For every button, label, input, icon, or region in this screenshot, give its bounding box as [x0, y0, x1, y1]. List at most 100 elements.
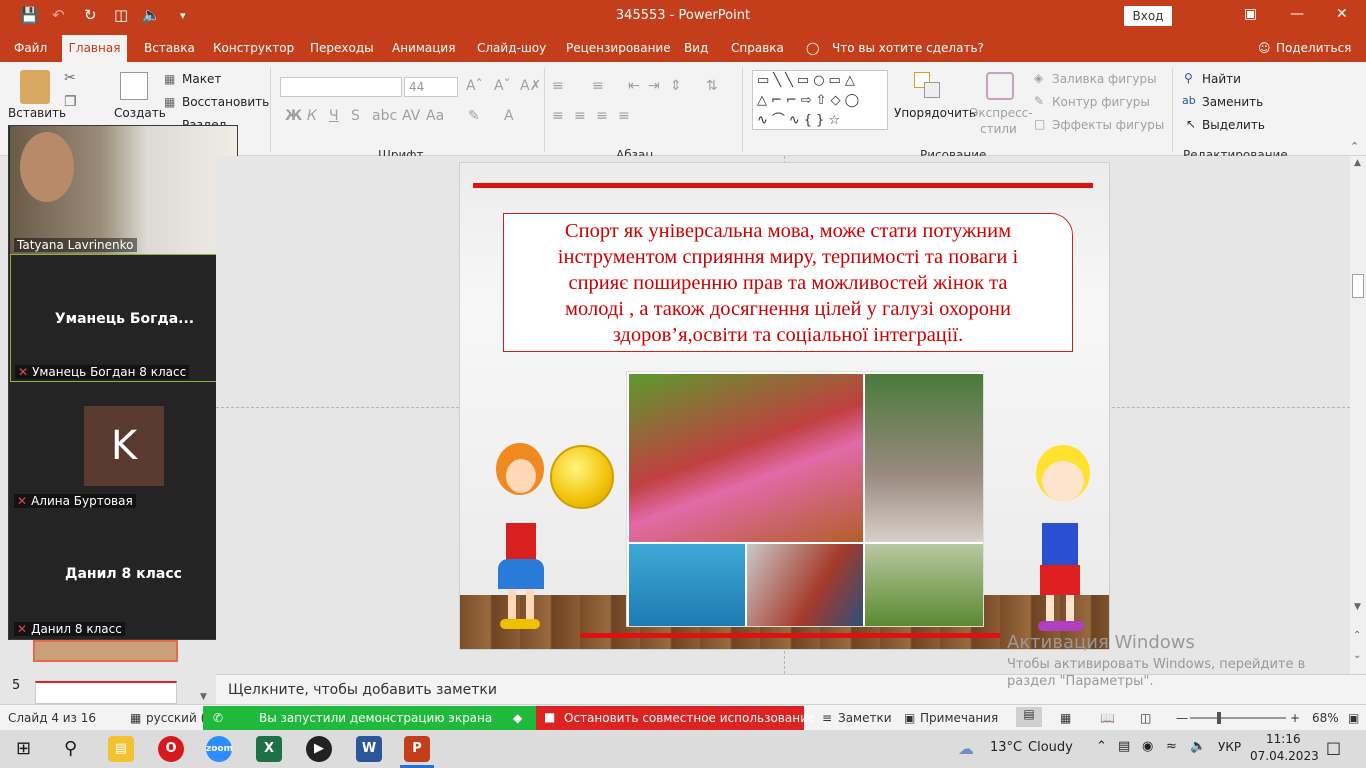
notes-toggle-button[interactable]: Заметки [838, 711, 892, 725]
shape-effects-button[interactable]: Эффекты фигуры [1052, 118, 1164, 132]
italic-icon[interactable]: К [307, 108, 317, 124]
change-case-icon[interactable]: Aa [426, 108, 444, 124]
minimize-icon[interactable]: — [1290, 6, 1304, 22]
find-button[interactable]: Найти [1202, 72, 1241, 86]
weather-temp[interactable]: 13°C [990, 740, 1022, 755]
scroll-up-icon[interactable]: ▲ [1354, 158, 1361, 168]
align-right-icon[interactable]: ≡ [596, 108, 608, 124]
tab-design[interactable]: Конструктор [213, 41, 294, 55]
tab-view[interactable]: Вид [684, 41, 708, 55]
outdent-icon[interactable]: ⇥ [648, 78, 660, 94]
reset-button[interactable]: Восстановить [182, 95, 269, 109]
ribbon-display-icon[interactable]: ▣ [1244, 6, 1257, 22]
quick-styles-icon[interactable] [986, 72, 1014, 100]
zoom-slider-thumb[interactable] [1217, 712, 1221, 724]
shrink-font-icon[interactable]: Aˇ [494, 78, 511, 94]
zoom-slider[interactable] [1190, 717, 1286, 719]
select-button[interactable]: Выделить [1202, 118, 1265, 132]
slide-counter[interactable]: Слайд 4 из 16 [8, 711, 96, 725]
new-slide-button[interactable]: Создать [114, 106, 166, 120]
justify-icon[interactable]: ≡ [618, 108, 630, 124]
text-direction-icon[interactable]: ⇅ [706, 78, 718, 94]
spacing-icon[interactable]: AV [402, 108, 420, 124]
notifications-icon[interactable]: □ [1326, 738, 1341, 757]
zoom-level[interactable]: 68% [1312, 711, 1339, 725]
bold-icon[interactable]: Ж [285, 108, 302, 124]
tray-chevron-icon[interactable]: ⌃ [1096, 739, 1107, 754]
font-color-icon[interactable]: A [504, 108, 514, 124]
clock-date[interactable]: 07.04.2023 [1250, 749, 1319, 763]
next-slide-icon[interactable]: ⌄ [1353, 650, 1361, 661]
video-tile-umanets[interactable]: Уманець Богда... ✕ Уманець Богдан 8 класс [10, 254, 237, 382]
tab-file[interactable]: Файл [14, 41, 47, 55]
search-icon[interactable]: ⚲ [64, 738, 77, 759]
line-spacing-icon[interactable]: ⇕ [670, 78, 682, 94]
video-tile-alina[interactable]: K ✕ Алина Буртовая [10, 382, 237, 510]
zoom-out-icon[interactable]: — [1176, 711, 1188, 725]
tell-me-input[interactable]: Что вы хотите сделать? [832, 41, 984, 55]
shape-outline-button[interactable]: Контур фигуры [1052, 95, 1150, 109]
stop-share-button[interactable]: ■ Остановить совместное использование [536, 706, 815, 730]
indent-icon[interactable]: ⇤ [628, 78, 640, 94]
shadow-icon[interactable]: S [351, 108, 360, 124]
underline-icon[interactable]: Ч [329, 108, 339, 124]
zoom-in-icon[interactable]: + [1290, 711, 1300, 725]
slide-sorter-icon[interactable]: ▦ [1060, 711, 1071, 725]
align-left-icon[interactable]: ≡ [552, 108, 564, 124]
wifi-icon[interactable]: ≈ [1166, 739, 1177, 754]
keyboard-language[interactable]: УКР [1218, 740, 1241, 754]
shapes-gallery[interactable]: ▭╲╲▭○▭△ △⌐⌐⇨⇧◇◯ ∿⌒∿{}☆ [752, 70, 888, 130]
media-player-icon[interactable]: ▶ [306, 736, 332, 762]
slide-thumbnail-4[interactable] [33, 640, 178, 662]
cut-icon[interactable]: ✂ [64, 70, 76, 86]
layout-button[interactable]: Макет [182, 72, 221, 86]
close-icon[interactable]: ✕ [1336, 6, 1348, 22]
slideshow-view-icon[interactable]: ◫ [1140, 711, 1151, 725]
font-name-input[interactable] [280, 77, 402, 97]
spell-check-icon[interactable]: ▦ [130, 711, 141, 725]
opera-icon[interactable]: O [158, 736, 184, 762]
notes-placeholder[interactable]: Щелкните, чтобы добавить заметки [228, 682, 497, 698]
reading-view-icon[interactable]: 📖 [1100, 711, 1115, 725]
copy-icon[interactable]: ❐ [64, 94, 77, 110]
highlight-icon[interactable]: ✎ [468, 108, 480, 124]
tab-home[interactable]: Главная [62, 35, 127, 62]
slide-text-box[interactable]: Спорт як універсальна мова, може стати п… [503, 213, 1073, 352]
network-icon[interactable]: ▤ [1118, 739, 1130, 754]
share-button[interactable]: Поделиться [1276, 41, 1351, 55]
microphone-icon[interactable]: ◉ [1142, 739, 1153, 754]
replace-button[interactable]: Заменить [1202, 95, 1263, 109]
tab-help[interactable]: Справка [731, 41, 784, 55]
fit-slide-icon[interactable]: ▣ [1348, 711, 1359, 725]
powerpoint-icon[interactable]: P [404, 736, 430, 762]
numbering-icon[interactable]: ≡ [592, 78, 604, 94]
slide-canvas[interactable]: Спорт як універсальна мова, може стати п… [459, 162, 1110, 650]
login-button[interactable]: Вход [1124, 6, 1172, 26]
excel-icon[interactable]: X [256, 736, 282, 762]
word-icon[interactable]: W [356, 736, 382, 762]
file-explorer-icon[interactable]: ▤ [108, 736, 134, 762]
tab-review[interactable]: Рецензирование [566, 41, 671, 55]
arrange-button[interactable]: Упорядочить [894, 106, 976, 120]
shape-fill-button[interactable]: Заливка фигуры [1052, 72, 1157, 86]
tab-transitions[interactable]: Переходы [310, 41, 374, 55]
sports-photo-collage[interactable] [626, 371, 984, 627]
slide-thumbnail-5[interactable] [35, 681, 177, 704]
new-slide-icon[interactable] [120, 72, 148, 100]
align-center-icon[interactable]: ≡ [574, 108, 586, 124]
prev-slide-icon[interactable]: ⌃ [1353, 630, 1361, 641]
collapse-ribbon-icon[interactable]: ⌃ [1350, 140, 1359, 153]
arrange-icon[interactable] [914, 72, 942, 100]
bullets-icon[interactable]: ≡ [552, 78, 564, 94]
tab-slideshow[interactable]: Слайд-шоу [477, 41, 546, 55]
tab-insert[interactable]: Вставка [144, 41, 195, 55]
font-size-input[interactable]: 44 [404, 77, 458, 97]
video-tile-tatyana[interactable]: Tatyana Lavrinenko [10, 126, 237, 254]
tab-animations[interactable]: Анимация [392, 41, 455, 55]
vertical-scrollbar[interactable]: ▲ ▼ ⌃ ⌄ [1350, 156, 1366, 674]
clear-format-icon[interactable]: A✗ [520, 78, 541, 94]
strikethrough-icon[interactable]: abc [372, 108, 397, 124]
scroll-thumb[interactable] [1352, 274, 1364, 298]
paste-icon[interactable] [20, 70, 50, 104]
windows-start-icon[interactable]: ⊞ [16, 738, 31, 759]
